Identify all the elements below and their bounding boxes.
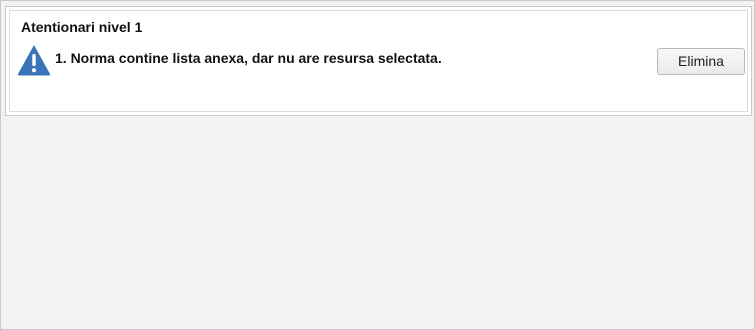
warnings-panel-body: Atentionari nivel 1 1. Norma contine lis… (9, 10, 748, 112)
warning-icon (17, 45, 51, 76)
warnings-panel: Atentionari nivel 1 1. Norma contine lis… (5, 6, 752, 116)
delete-button[interactable]: Elimina (657, 48, 745, 75)
window-frame: Atentionari nivel 1 1. Norma contine lis… (0, 0, 755, 330)
warning-message: 1. Norma contine lista anexa, dar nu are… (55, 50, 442, 66)
panel-title: Atentionari nivel 1 (21, 19, 143, 35)
